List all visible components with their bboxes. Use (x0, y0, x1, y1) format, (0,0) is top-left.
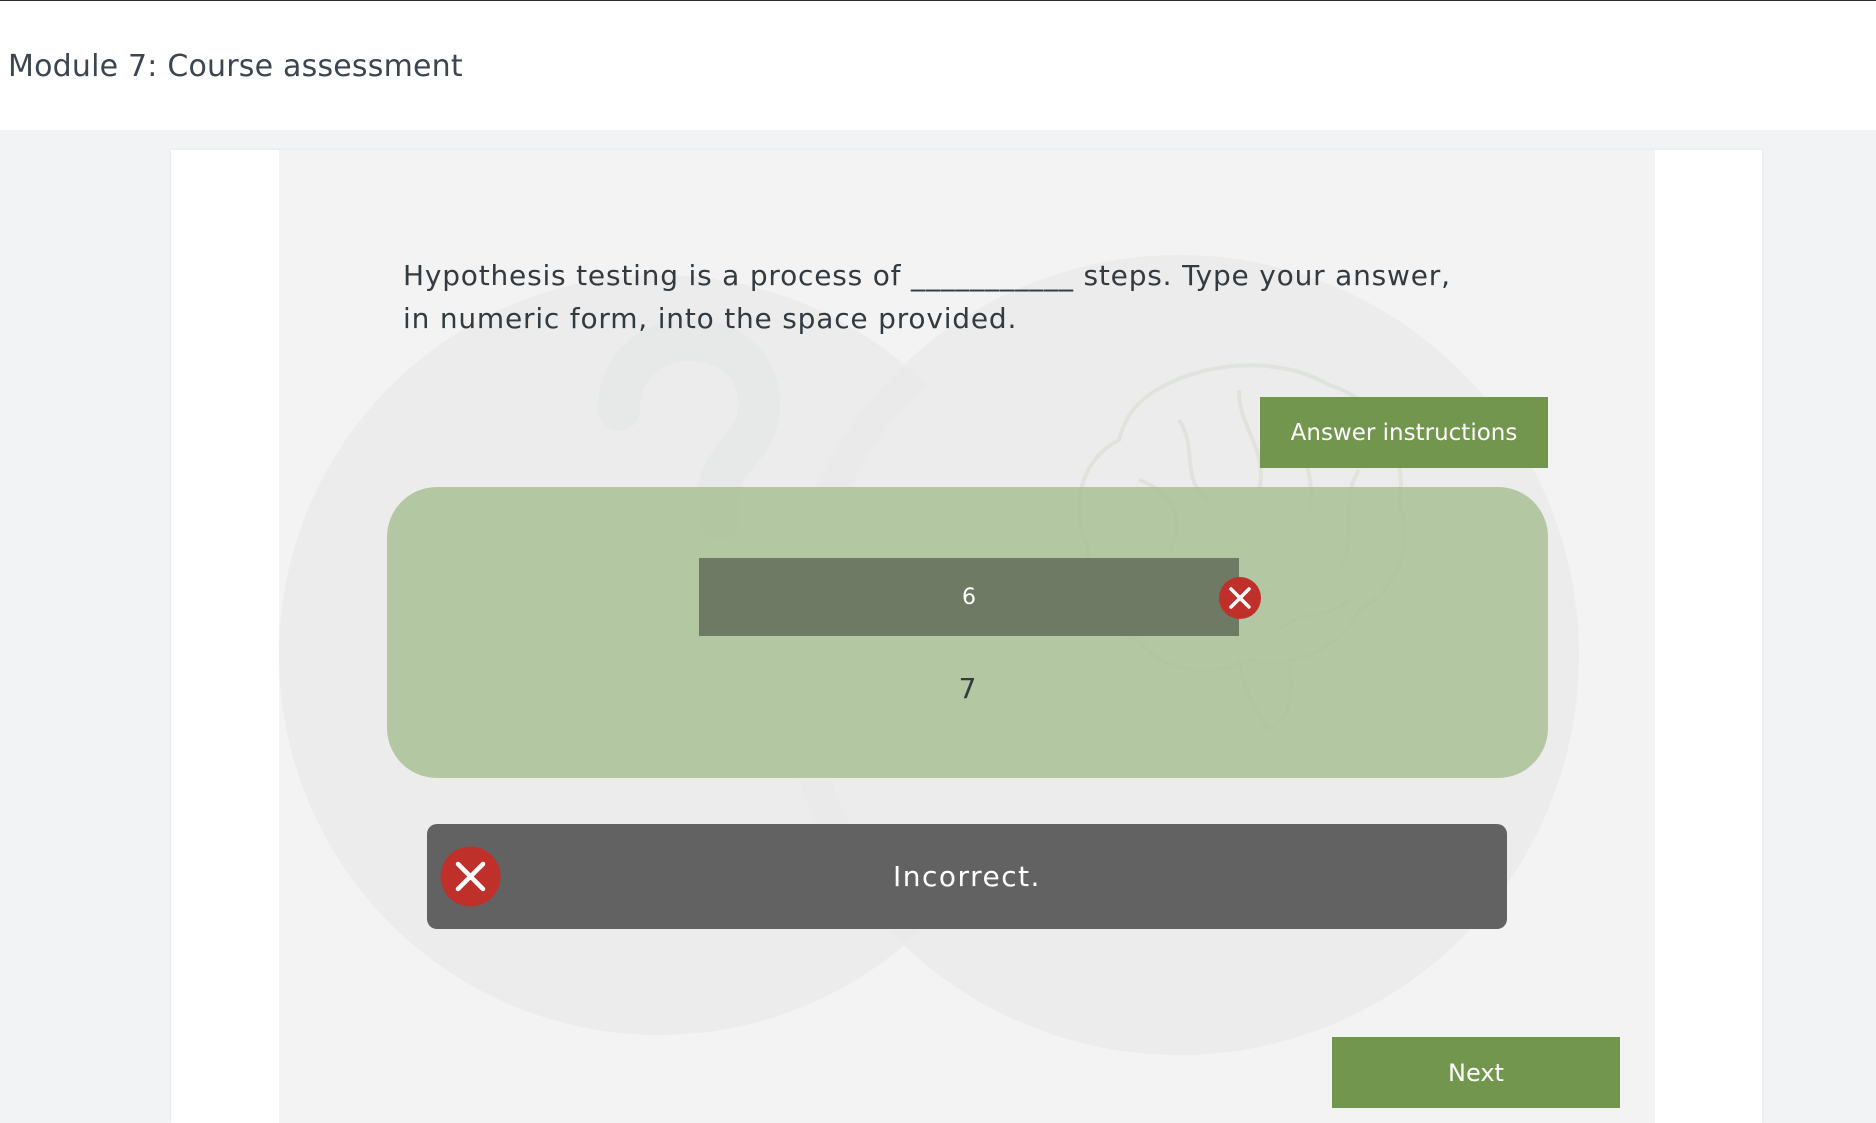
correct-answer: 7 (958, 672, 977, 705)
answer-panel: 7 (387, 487, 1548, 778)
feedback-message: Incorrect. (893, 860, 1041, 893)
close-circle-icon (440, 846, 501, 907)
answer-input[interactable] (699, 558, 1239, 636)
page-title: Module 7: Course assessment (8, 49, 463, 84)
answer-instructions-button[interactable]: Answer instructions (1260, 397, 1548, 468)
feedback-banner: Incorrect. (427, 824, 1507, 929)
question-prompt: Hypothesis testing is a process of _____… (403, 259, 1451, 335)
next-button[interactable]: Next (1332, 1037, 1620, 1108)
close-circle-icon (1219, 577, 1261, 619)
question-area: Hypothesis testing is a process of _____… (279, 150, 1655, 1123)
page-header: Module 7: Course assessment (0, 1, 1876, 130)
